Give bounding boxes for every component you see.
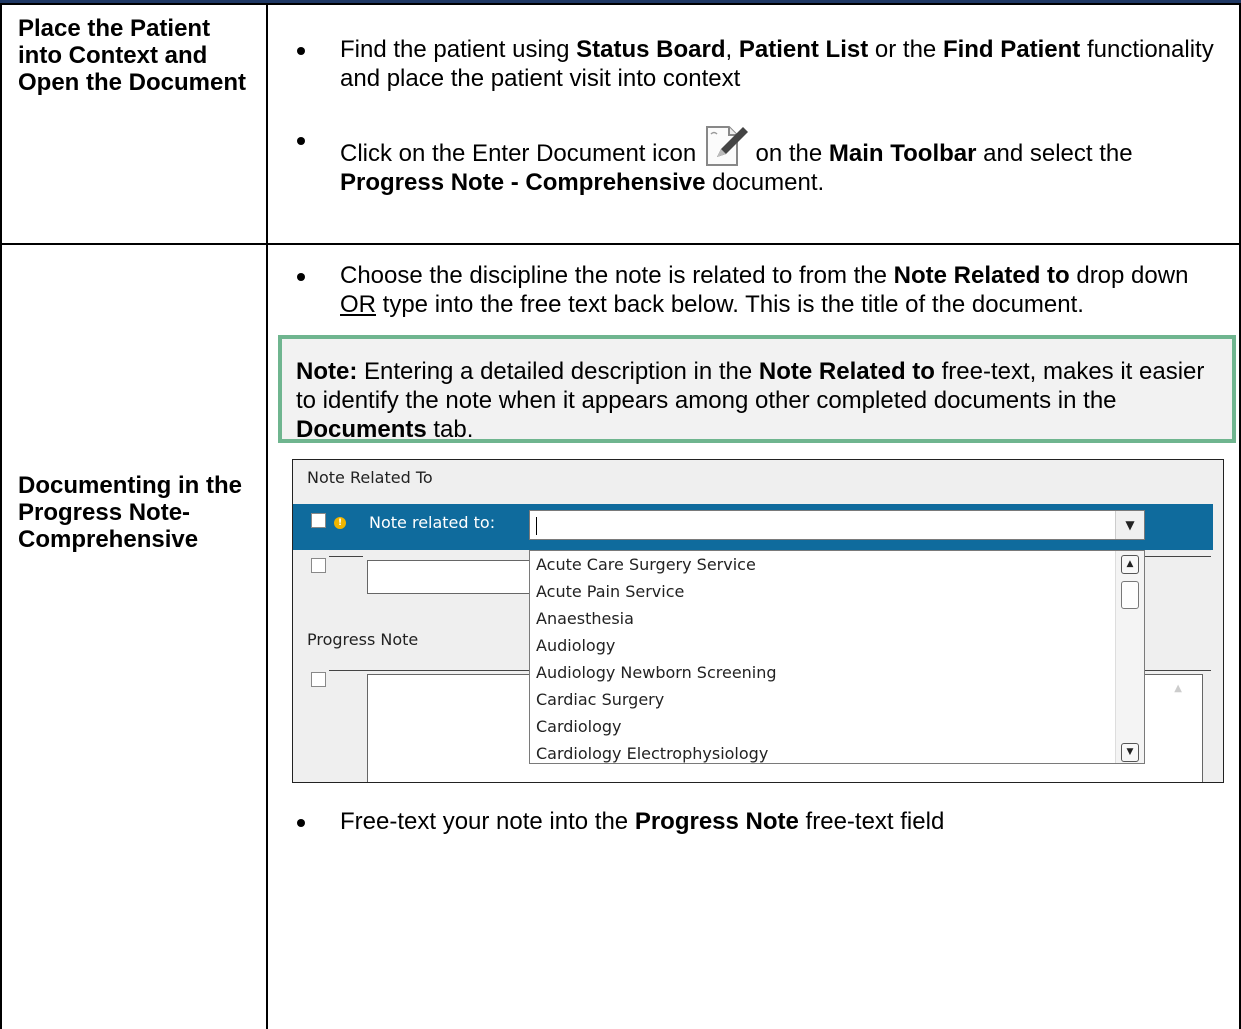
instruction-table: Place the Patient into Context and Open … (0, 3, 1241, 1029)
field-label: Note related to: (369, 513, 496, 532)
dropdown-option[interactable]: Cardiology Electrophysiology (530, 740, 1144, 763)
dropdown-option[interactable]: Acute Pain Service (530, 578, 1144, 605)
dropdown-option[interactable]: Anaesthesia (530, 605, 1144, 632)
row-label: Documenting in the Progress Note- Compre… (0, 243, 268, 1029)
note-related-checkbox[interactable] (311, 513, 326, 528)
row-content: Find the patient using Status Board, Pat… (266, 3, 1241, 245)
dropdown-option[interactable]: Acute Care Surgery Service (530, 551, 1144, 578)
note-related-screenshot: Note Related To ! Note related to: ▼ Pro… (292, 459, 1224, 783)
dropdown-option[interactable]: Audiology Newborn Screening (530, 659, 1144, 686)
enter-document-icon (703, 125, 749, 166)
free-text-checkbox[interactable] (311, 558, 326, 573)
text-caret (536, 517, 537, 535)
divider (1145, 670, 1211, 671)
row-label: Place the Patient into Context and Open … (0, 3, 268, 245)
bullet-free-text-note: Free-text your note into the Progress No… (268, 807, 1239, 836)
scroll-down-icon[interactable]: ▼ (1121, 743, 1139, 762)
note-related-combobox[interactable]: ▼ (529, 510, 1145, 540)
dropdown-option[interactable]: Audiology (530, 632, 1144, 659)
dropdown-option[interactable]: Cardiac Surgery (530, 686, 1144, 713)
section-title-progress-note: Progress Note (307, 630, 419, 649)
table-row: Place the Patient into Context and Open … (0, 3, 1241, 245)
divider (1145, 556, 1211, 557)
note-related-row: ! Note related to: ▼ (293, 504, 1213, 550)
dropdown-option[interactable]: Cardiology (530, 713, 1144, 740)
info-icon: ! (334, 517, 346, 529)
bullet-find-patient: Find the patient using Status Board, Pat… (268, 35, 1239, 93)
divider (329, 556, 363, 557)
scroll-thumb[interactable] (1121, 581, 1139, 609)
note-callout: Note: Entering a detailed description in… (278, 335, 1236, 443)
note-related-dropdown-list[interactable]: Acute Care Surgery Service Acute Pain Se… (529, 550, 1145, 764)
chevron-down-icon[interactable]: ▼ (1115, 511, 1144, 539)
scroll-up-icon[interactable]: ▲ (1121, 555, 1139, 574)
bullet-choose-discipline: Choose the discipline the note is relate… (268, 261, 1239, 319)
divider (329, 670, 529, 671)
section-title-note-related: Note Related To (307, 468, 433, 487)
row-content: Choose the discipline the note is relate… (266, 243, 1241, 1029)
scroll-up-icon: ▲ (1174, 683, 1182, 694)
bullet-enter-document: Click on the Enter Document icon on the … (268, 125, 1239, 197)
note-related-free-text[interactable] (367, 560, 537, 594)
progress-note-checkbox[interactable] (311, 672, 326, 687)
dropdown-scrollbar[interactable]: ▲ ▼ (1115, 551, 1144, 763)
table-row: Documenting in the Progress Note- Compre… (0, 243, 1241, 1029)
